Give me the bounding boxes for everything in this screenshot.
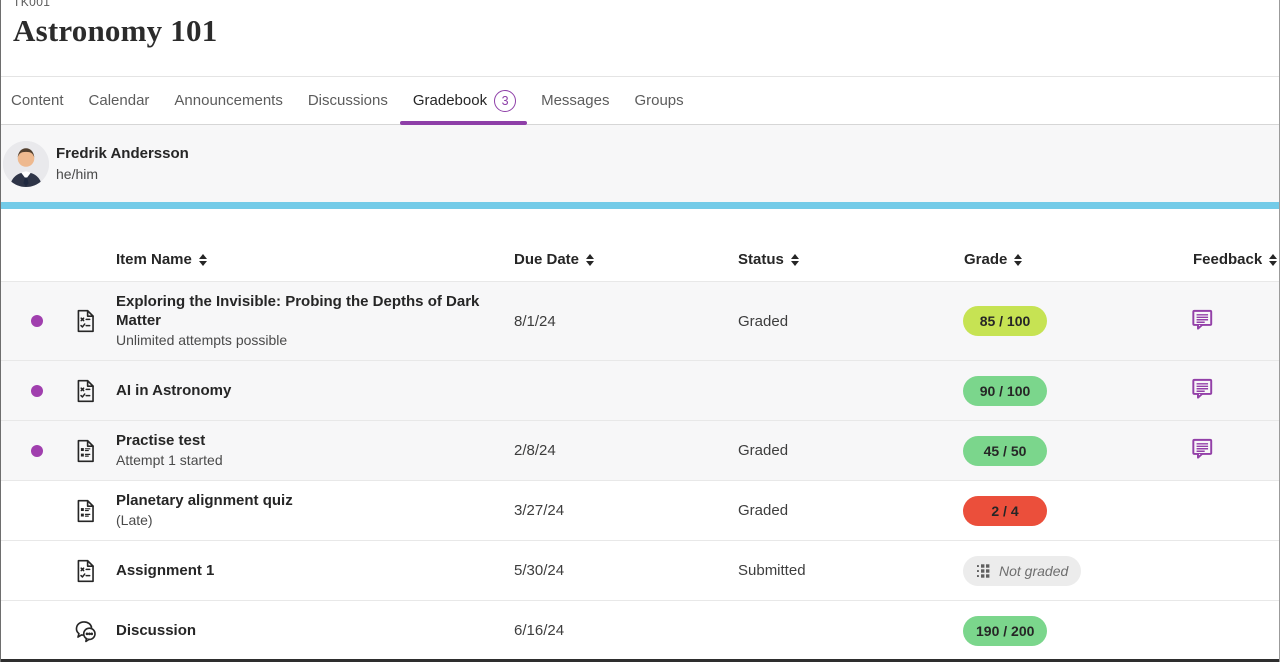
grade-pill[interactable]: 90 / 100: [963, 376, 1047, 406]
sort-icon: [1014, 254, 1022, 266]
avatar: [3, 141, 49, 187]
item-subtitle: Unlimited attempts possible: [116, 331, 514, 350]
avatar-photo-icon: [3, 141, 49, 187]
course-header: TK001 Astronomy 101: [1, 0, 1279, 76]
item-name-link[interactable]: Assignment 1: [116, 561, 486, 580]
grade-pill[interactable]: 85 / 100: [963, 306, 1047, 336]
column-header-feedback[interactable]: Feedback: [1189, 251, 1279, 268]
grade-pill[interactable]: 2 / 4: [963, 496, 1047, 526]
tab-discussions[interactable]: Discussions: [308, 77, 388, 124]
tab-label: Discussions: [308, 92, 388, 109]
tab-label: Gradebook: [413, 92, 487, 109]
tab-label: Announcements: [174, 92, 282, 109]
sort-icon: [791, 254, 799, 266]
due-date: 6/16/24: [514, 622, 738, 639]
active-student-indicator-bar: [1, 202, 1279, 209]
course-code: TK001: [13, 0, 1279, 9]
discussion-icon: [73, 618, 116, 644]
due-date: 8/1/24: [514, 313, 738, 330]
tab-bar: Content Calendar Announcements Discussio…: [1, 76, 1279, 125]
course-title: Astronomy 101: [13, 13, 1279, 49]
sort-icon: [586, 254, 594, 266]
table-row[interactable]: Exploring the Invisible: Probing the Dep…: [1, 281, 1279, 360]
tab-messages[interactable]: Messages: [541, 77, 609, 124]
status: Graded: [738, 502, 963, 519]
due-date: 5/30/24: [514, 562, 738, 579]
gradebook-table: Item Name Due Date Status Grade Feedback: [1, 209, 1279, 661]
new-activity-dot-icon: [31, 385, 43, 397]
student-bar[interactable]: Fredrik Andersson he/him: [1, 125, 1279, 202]
grade-pill[interactable]: 190 / 200: [963, 616, 1047, 646]
table-body: Exploring the Invisible: Probing the Dep…: [1, 281, 1279, 661]
test-document-icon: [73, 558, 116, 584]
student-pronouns: he/him: [56, 166, 189, 182]
table-row[interactable]: Practise test Attempt 1 started 2/8/24 G…: [1, 420, 1279, 480]
column-header-status[interactable]: Status: [738, 251, 963, 268]
new-activity-dot-icon: [31, 445, 43, 457]
item-name-link[interactable]: Practise test: [116, 431, 486, 450]
tab-label: Groups: [634, 92, 683, 109]
table-header: Item Name Due Date Status Grade Feedback: [1, 209, 1279, 281]
student-meta: Fredrik Andersson he/him: [56, 145, 189, 182]
item-subtitle: (Late): [116, 511, 514, 530]
sort-icon: [199, 254, 207, 266]
tab-gradebook[interactable]: Gradebook 3: [413, 77, 516, 124]
column-header-item-name[interactable]: Item Name: [116, 251, 514, 268]
tab-label: Messages: [541, 92, 609, 109]
test-document-icon: [73, 378, 116, 404]
column-header-grade[interactable]: Grade: [963, 251, 1189, 268]
tab-content[interactable]: Content: [11, 77, 64, 124]
tab-label: Content: [11, 92, 64, 109]
feedback-button[interactable]: [1189, 306, 1215, 332]
new-activity-dot-icon: [31, 315, 43, 327]
test-document-icon: [73, 308, 116, 334]
status: Graded: [738, 313, 963, 330]
tab-announcements[interactable]: Announcements: [174, 77, 282, 124]
course-page: TK001 Astronomy 101 Content Calendar Ann…: [0, 0, 1280, 662]
status: Submitted: [738, 562, 963, 579]
assignment-document-icon: [73, 438, 116, 464]
status: Graded: [738, 442, 963, 459]
assignment-document-icon: [73, 498, 116, 524]
tab-calendar[interactable]: Calendar: [89, 77, 150, 124]
table-row[interactable]: Discussion 6/16/24 190 / 200: [1, 600, 1279, 660]
feedback-button[interactable]: [1189, 435, 1215, 461]
due-date: 2/8/24: [514, 442, 738, 459]
table-row[interactable]: AI in Astronomy 90 / 100: [1, 360, 1279, 420]
due-date: 3/27/24: [514, 502, 738, 519]
tab-badge: 3: [494, 90, 516, 112]
sort-icon: [1269, 254, 1277, 266]
grade-pill[interactable]: 45 / 50: [963, 436, 1047, 466]
column-header-due-date[interactable]: Due Date: [514, 251, 738, 268]
item-name-link[interactable]: Discussion: [116, 621, 486, 640]
grade-pill[interactable]: Not graded: [963, 556, 1081, 586]
item-name-link[interactable]: Exploring the Invisible: Probing the Dep…: [116, 292, 486, 330]
item-name-link[interactable]: Planetary alignment quiz: [116, 491, 486, 510]
tab-label: Calendar: [89, 92, 150, 109]
item-subtitle: Attempt 1 started: [116, 451, 514, 470]
table-row[interactable]: Planetary alignment quiz (Late) 3/27/24 …: [1, 480, 1279, 540]
table-row[interactable]: Assignment 1 5/30/24 Submitted Not grade…: [1, 540, 1279, 600]
feedback-button[interactable]: [1189, 375, 1215, 401]
student-name: Fredrik Andersson: [56, 145, 189, 162]
item-name-link[interactable]: AI in Astronomy: [116, 381, 486, 400]
tab-groups[interactable]: Groups: [634, 77, 683, 124]
